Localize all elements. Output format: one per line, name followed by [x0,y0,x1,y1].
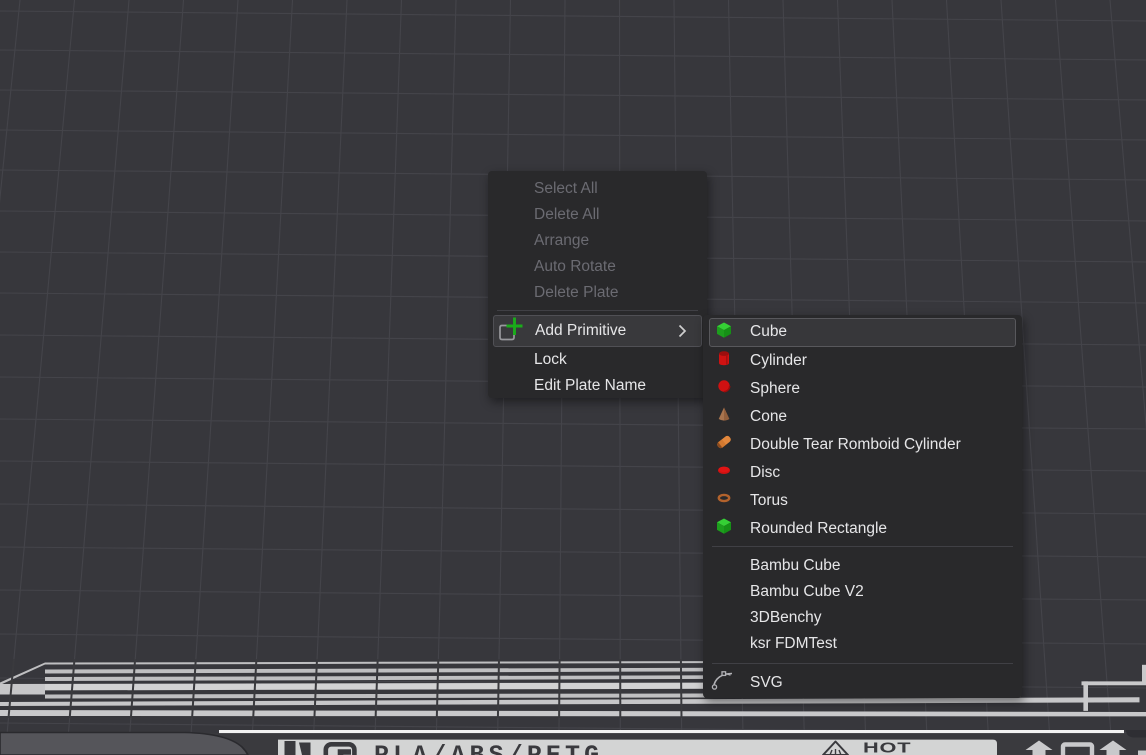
svg-text:HOT: HOT [863,739,911,755]
svg-text:PLA/ABS/PETG: PLA/ABS/PETG [374,741,603,755]
